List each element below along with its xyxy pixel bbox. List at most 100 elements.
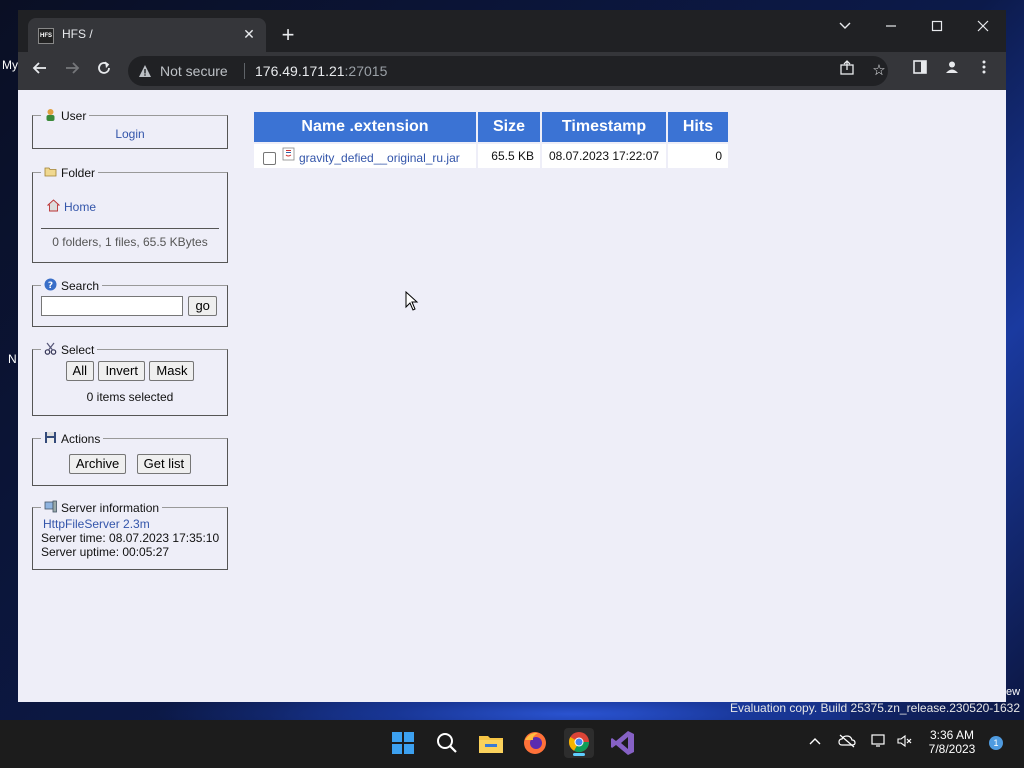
timestamp-cell: 08.07.2023 17:22:07 — [542, 144, 666, 168]
user-icon — [44, 108, 57, 121]
get-list-button[interactable]: Get list — [136, 454, 192, 474]
archive-button[interactable]: Archive — [68, 454, 127, 474]
url-host: 176.49.171.21 — [255, 63, 345, 79]
back-icon[interactable] — [26, 57, 54, 85]
user-panel: User Login — [32, 108, 228, 149]
java-file-icon — [282, 147, 295, 161]
taskbar: 3:36 AM 7/8/2023 1 — [0, 720, 1024, 768]
browser-window: HFS HFS / ✕ + Not secure 176.49.171.21:2… — [18, 10, 1006, 702]
desktop-icon-label[interactable]: My — [2, 58, 18, 72]
search-input[interactable] — [41, 296, 183, 316]
tab-title: HFS / — [62, 27, 93, 41]
desktop-icon-label[interactable]: N — [8, 352, 17, 366]
svg-text:?: ? — [48, 281, 53, 291]
select-legend: Select — [41, 342, 97, 357]
login-link[interactable]: Login — [115, 127, 144, 141]
url-text[interactable]: 176.49.171.21:27015 — [255, 63, 387, 79]
hits-cell: 0 — [668, 144, 728, 168]
windows-start-icon[interactable] — [388, 728, 418, 758]
search-icon[interactable] — [432, 728, 462, 758]
file-table: Name .extension Size Timestamp Hits grav… — [252, 110, 730, 170]
server-info-panel: Server information HttpFileServer 2.3m S… — [32, 500, 228, 570]
table-header-row: Name .extension Size Timestamp Hits — [254, 112, 728, 142]
profile-icon[interactable] — [938, 57, 966, 85]
close-window-icon[interactable] — [960, 12, 1006, 42]
user-legend: User — [41, 108, 89, 123]
name-column-header[interactable]: Name .extension — [254, 112, 476, 142]
show-hidden-icons-icon[interactable] — [806, 734, 824, 752]
size-cell: 65.5 KB — [478, 144, 540, 168]
menu-icon[interactable] — [970, 57, 998, 85]
file-explorer-icon[interactable] — [476, 728, 506, 758]
table-row: gravity_defied__original_ru.jar 65.5 KB … — [254, 144, 728, 168]
clock-time: 3:36 AM — [929, 728, 975, 742]
share-icon[interactable] — [836, 60, 858, 82]
search-panel: ? Search go — [32, 278, 228, 327]
actions-legend: Actions — [41, 431, 103, 446]
scissors-icon — [44, 342, 57, 355]
hfs-favicon-icon: HFS — [38, 28, 54, 44]
browser-toolbar: Not secure 176.49.171.21:27015 ☆ — [18, 52, 1006, 90]
network-icon[interactable] — [870, 734, 888, 752]
visual-studio-icon[interactable] — [608, 728, 638, 758]
reload-icon[interactable] — [90, 57, 118, 85]
tab-strip: HFS HFS / ✕ + — [18, 10, 1006, 52]
bookmark-star-icon[interactable]: ☆ — [868, 60, 890, 82]
taskbar-clock[interactable]: 3:36 AM 7/8/2023 — [922, 728, 982, 756]
select-panel: Select All Invert Mask 0 items selected — [32, 342, 228, 416]
folder-legend-label: Folder — [61, 166, 96, 180]
selection-status: 0 items selected — [86, 390, 174, 404]
help-icon: ? — [44, 278, 57, 291]
timestamp-column-header[interactable]: Timestamp — [542, 112, 666, 142]
save-disk-icon — [44, 431, 57, 444]
folder-legend: Folder — [41, 165, 98, 180]
select-all-button[interactable]: All — [65, 361, 94, 381]
folder-icon — [44, 165, 57, 178]
select-legend-label: Select — [61, 343, 95, 357]
name-cell: gravity_defied__original_ru.jar — [254, 144, 476, 168]
file-checkbox[interactable] — [263, 152, 276, 166]
size-column-header[interactable]: Size — [478, 112, 540, 142]
hits-column-header[interactable]: Hits — [668, 112, 728, 142]
server-uptime: Server uptime: 00:05:27 — [41, 545, 170, 559]
new-tab-icon[interactable]: + — [274, 22, 302, 50]
url-port: :27015 — [344, 63, 388, 79]
file-link[interactable]: gravity_defied__original_ru.jar — [299, 151, 460, 165]
actions-panel: Actions Archive Get list — [32, 431, 228, 486]
address-bar[interactable]: Not secure 176.49.171.21:27015 ☆ — [128, 56, 888, 86]
home-icon — [46, 199, 61, 212]
maximize-icon[interactable] — [914, 12, 960, 42]
server-info-legend: Server information — [41, 500, 162, 515]
home-link[interactable]: Home — [64, 200, 96, 214]
desktop-icon-label[interactable]: ew — [1006, 686, 1020, 698]
mask-button[interactable]: Mask — [149, 361, 195, 381]
server-icon — [44, 500, 57, 513]
tab-search-icon[interactable] — [822, 12, 868, 42]
volume-muted-icon[interactable] — [896, 734, 914, 752]
server-name-link[interactable]: HttpFileServer 2.3m — [43, 517, 150, 531]
page-viewport: User Login Folder Home 0 folders, 1 file… — [18, 90, 1006, 702]
invert-button[interactable]: Invert — [98, 361, 145, 381]
chrome-icon[interactable] — [564, 728, 594, 758]
folder-summary: 0 folders, 1 files, 65.5 KBytes — [52, 235, 208, 249]
omnibox-divider — [244, 63, 245, 79]
active-app-indicator — [573, 753, 585, 756]
mouse-cursor-icon — [405, 290, 419, 311]
firefox-icon[interactable] — [520, 728, 550, 758]
forward-icon — [58, 57, 86, 85]
actions-legend-label: Actions — [61, 432, 101, 446]
side-panel-icon[interactable] — [906, 57, 934, 85]
go-button[interactable]: go — [188, 296, 217, 316]
evaluation-watermark: Evaluation copy. Build 25375.zn_release.… — [730, 701, 1020, 715]
server-info-legend-label: Server information — [61, 501, 160, 515]
warning-icon[interactable] — [138, 64, 152, 78]
search-legend-label: Search — [61, 279, 100, 293]
notification-badge[interactable]: 1 — [989, 736, 1003, 750]
server-time: Server time: 08.07.2023 17:35:10 — [41, 531, 220, 545]
tab-hfs[interactable]: HFS HFS / ✕ — [28, 18, 266, 52]
onedrive-offline-icon[interactable] — [838, 734, 856, 752]
minimize-icon[interactable] — [868, 12, 914, 42]
tab-close-icon[interactable]: ✕ — [240, 25, 258, 43]
security-label[interactable]: Not secure — [160, 63, 228, 79]
folder-panel: Folder Home 0 folders, 1 files, 65.5 KBy… — [32, 165, 228, 263]
